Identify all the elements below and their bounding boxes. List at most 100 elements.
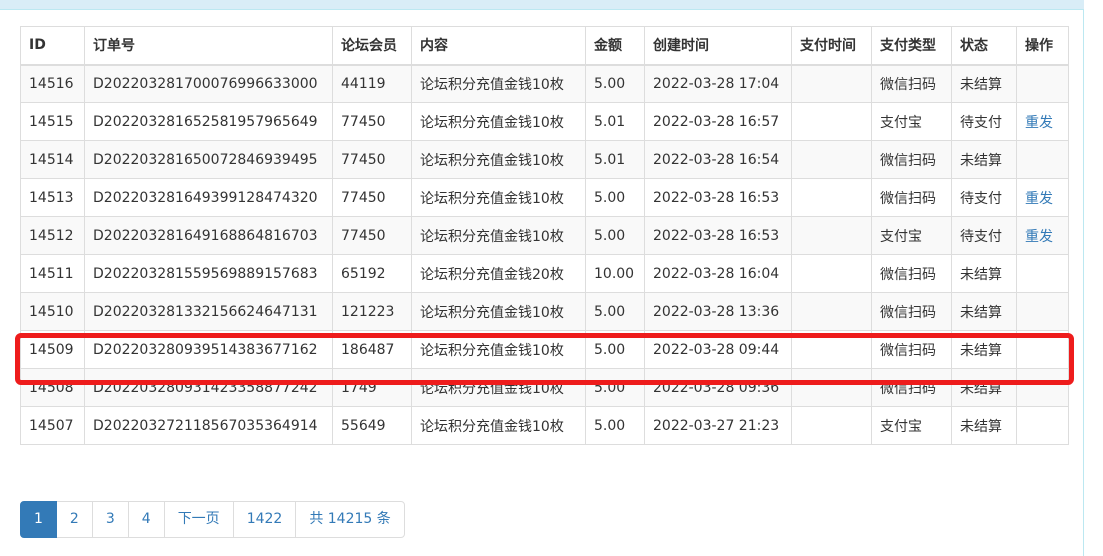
cell-order-no: D202203281700076996633000 [84, 64, 333, 103]
cell-paid [791, 216, 872, 255]
cell-pay-type: 支付宝 [871, 102, 952, 141]
cell-status: 未结算 [951, 406, 1017, 445]
cell-amount: 5.00 [585, 406, 645, 445]
cell-status: 待支付 [951, 178, 1017, 217]
cell-content: 论坛积分充值金钱10枚 [411, 178, 586, 217]
cell-status: 未结算 [951, 254, 1017, 293]
cell-member: 121223 [332, 292, 412, 331]
cell-paid [791, 178, 872, 217]
cell-pay-type: 微信扫码 [871, 140, 952, 179]
table-row: 14513 D202203281649399128474320 77450 论坛… [20, 178, 1069, 217]
resend-link[interactable]: 重发 [1025, 191, 1053, 207]
cell-member: 186487 [332, 330, 412, 369]
cell-content: 论坛积分充值金钱10枚 [411, 406, 586, 445]
header-id: ID [20, 26, 85, 66]
table-row: 14514 D202203281650072846939495 77450 论坛… [20, 140, 1069, 179]
cell-member: 77450 [332, 140, 412, 179]
cell-content: 论坛积分充值金钱10枚 [411, 140, 586, 179]
cell-content: 论坛积分充值金钱10枚 [411, 330, 586, 369]
cell-pay-type: 微信扫码 [871, 368, 952, 407]
cell-status: 未结算 [951, 140, 1017, 179]
total-count: 共 14215 条 [295, 501, 405, 538]
page-link-1[interactable]: 1 [20, 501, 57, 538]
table-row: 14515 D202203281652581957965649 77450 论坛… [20, 102, 1069, 141]
cell-id: 14507 [20, 406, 85, 445]
cell-order-no: D202203281649168864816703 [84, 216, 333, 255]
cell-created: 2022-03-28 16:54 [644, 140, 792, 179]
cell-order-no: D202203280939514383677162 [84, 330, 333, 369]
cell-id: 14515 [20, 102, 85, 141]
table-row: 14512 D202203281649168864816703 77450 论坛… [20, 216, 1069, 255]
table-row-highlighted: 14509 D202203280939514383677162 186487 论… [20, 330, 1069, 369]
cell-action [1016, 292, 1069, 331]
cell-paid [791, 368, 872, 407]
header-action: 操作 [1016, 26, 1069, 66]
cell-content: 论坛积分充值金钱10枚 [411, 216, 586, 255]
resend-link[interactable]: 重发 [1025, 229, 1053, 245]
cell-id: 14514 [20, 140, 85, 179]
cell-created: 2022-03-28 16:53 [644, 216, 792, 255]
cell-id: 14511 [20, 254, 85, 293]
header-amount: 金额 [585, 26, 645, 66]
cell-amount: 5.00 [585, 216, 645, 255]
table-row: 14510 D202203281332156624647131 121223 论… [20, 292, 1069, 331]
cell-action [1016, 330, 1069, 369]
cell-created: 2022-03-28 17:04 [644, 64, 792, 103]
cell-created: 2022-03-28 16:04 [644, 254, 792, 293]
cell-member: 44119 [332, 64, 412, 103]
cell-order-no: D202203272118567035364914 [84, 406, 333, 445]
header-content: 内容 [411, 26, 586, 66]
resend-link[interactable]: 重发 [1025, 115, 1053, 131]
cell-amount: 10.00 [585, 254, 645, 293]
table-header-row: ID 订单号 论坛会员 内容 金额 创建时间 支付时间 支付类型 状态 操作 [20, 26, 1069, 66]
table-row: 14508 D202203280931423358877242 1749 论坛积… [20, 368, 1069, 407]
cell-action [1016, 368, 1069, 407]
header-status: 状态 [951, 26, 1017, 66]
page-link-3[interactable]: 3 [91, 501, 129, 538]
cell-action [1016, 64, 1069, 103]
cell-amount: 5.01 [585, 140, 645, 179]
page-link-2[interactable]: 2 [55, 501, 93, 538]
last-page-link[interactable]: 1422 [232, 501, 297, 538]
cell-created: 2022-03-28 16:53 [644, 178, 792, 217]
cell-created: 2022-03-28 09:36 [644, 368, 792, 407]
header-created: 创建时间 [644, 26, 792, 66]
cell-action [1016, 254, 1069, 293]
cell-id: 14513 [20, 178, 85, 217]
cell-pay-type: 支付宝 [871, 406, 952, 445]
cell-paid [791, 64, 872, 103]
pagination: 1 2 3 4 下一页 1422 共 14215 条 [20, 501, 405, 538]
cell-order-no: D202203281332156624647131 [84, 292, 333, 331]
cell-order-no: D202203281652581957965649 [84, 102, 333, 141]
cell-content: 论坛积分充值金钱20枚 [411, 254, 586, 293]
cell-content: 论坛积分充值金钱10枚 [411, 292, 586, 331]
cell-amount: 5.00 [585, 368, 645, 407]
cell-paid [791, 102, 872, 141]
cell-amount: 5.00 [585, 292, 645, 331]
cell-member: 77450 [332, 102, 412, 141]
cell-member: 77450 [332, 216, 412, 255]
cell-id: 14509 [20, 330, 85, 369]
cell-member: 77450 [332, 178, 412, 217]
cell-action: 重发 [1016, 178, 1069, 217]
header-pay-type: 支付类型 [871, 26, 952, 66]
panel-top-strip [0, 0, 1084, 10]
cell-status: 未结算 [951, 368, 1017, 407]
cell-pay-type: 微信扫码 [871, 178, 952, 217]
cell-created: 2022-03-27 21:23 [644, 406, 792, 445]
cell-content: 论坛积分充值金钱10枚 [411, 64, 586, 103]
cell-order-no: D202203281649399128474320 [84, 178, 333, 217]
cell-status: 未结算 [951, 330, 1017, 369]
cell-action: 重发 [1016, 102, 1069, 141]
cell-content: 论坛积分充值金钱10枚 [411, 102, 586, 141]
cell-paid [791, 254, 872, 293]
cell-pay-type: 微信扫码 [871, 64, 952, 103]
cell-pay-type: 支付宝 [871, 216, 952, 255]
cell-status: 未结算 [951, 64, 1017, 103]
header-paid: 支付时间 [791, 26, 872, 66]
cell-action: 重发 [1016, 216, 1069, 255]
next-page-link[interactable]: 下一页 [163, 501, 234, 538]
header-order-no: 订单号 [84, 26, 333, 66]
panel: ID 订单号 论坛会员 内容 金额 创建时间 支付时间 支付类型 状态 操作 1… [0, 0, 1084, 556]
page-link-4[interactable]: 4 [127, 501, 165, 538]
